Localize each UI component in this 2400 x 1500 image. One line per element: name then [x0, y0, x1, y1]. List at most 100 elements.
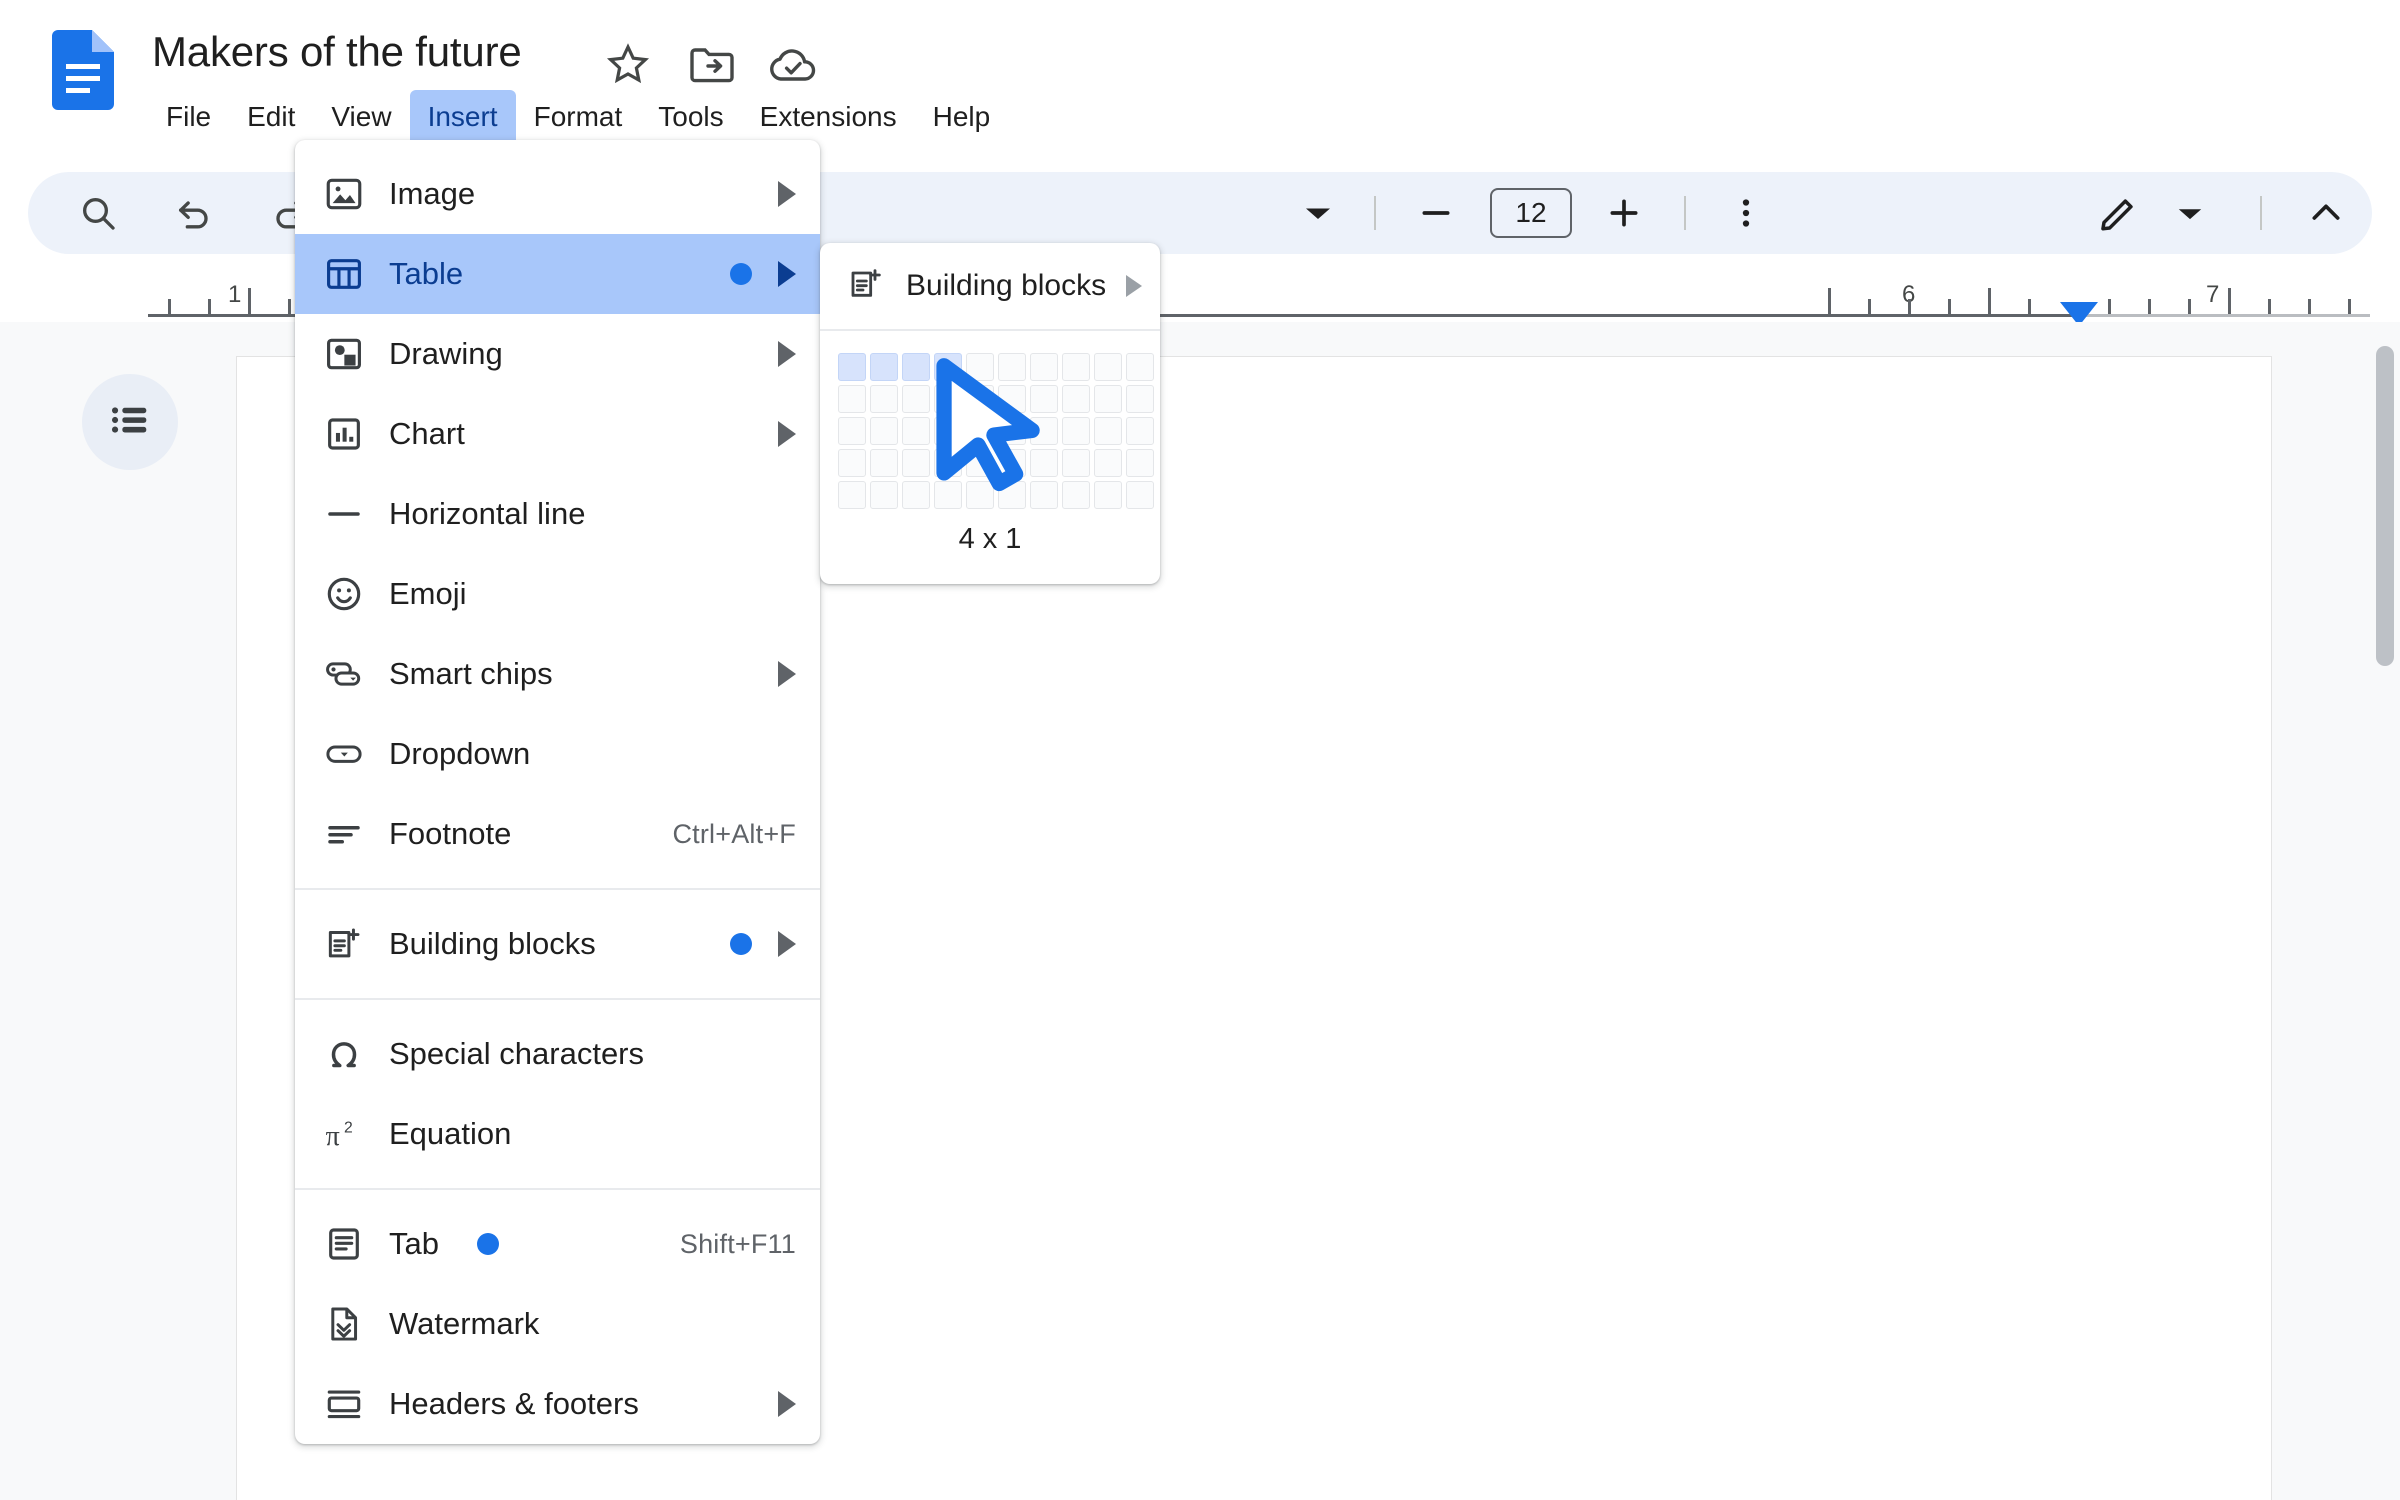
more-vertical-icon[interactable]: [1718, 185, 1774, 241]
table-size-picker[interactable]: 4 x 1: [820, 331, 1160, 584]
table-size-cell[interactable]: [966, 417, 994, 445]
menu-item-footnote[interactable]: Footnote Ctrl+Alt+F: [295, 794, 820, 874]
table-size-cell[interactable]: [998, 449, 1026, 477]
table-size-cell[interactable]: [1094, 449, 1122, 477]
table-size-cell[interactable]: [902, 449, 930, 477]
menu-item-emoji[interactable]: Emoji: [295, 554, 820, 634]
table-size-cell[interactable]: [902, 481, 930, 509]
menu-tools[interactable]: Tools: [640, 90, 741, 144]
table-size-cell[interactable]: [1062, 353, 1090, 381]
table-size-cell[interactable]: [1062, 481, 1090, 509]
menu-item-horizontal-line[interactable]: Horizontal line: [295, 474, 820, 554]
table-size-cell[interactable]: [1126, 385, 1154, 413]
submenu-item-building-blocks[interactable]: Building blocks: [820, 243, 1160, 329]
menu-item-special-characters[interactable]: Special characters: [295, 1014, 820, 1094]
table-size-cell[interactable]: [966, 385, 994, 413]
menu-format[interactable]: Format: [516, 90, 641, 144]
chevron-right-icon: [778, 341, 796, 367]
table-size-cell[interactable]: [838, 481, 866, 509]
menu-file[interactable]: File: [148, 90, 229, 144]
table-size-cell[interactable]: [998, 385, 1026, 413]
menu-item-equation[interactable]: π 2 Equation: [295, 1094, 820, 1174]
table-size-cell[interactable]: [1062, 385, 1090, 413]
table-size-cell[interactable]: [1030, 481, 1058, 509]
menu-view[interactable]: View: [313, 90, 409, 144]
menu-item-chart[interactable]: Chart: [295, 394, 820, 474]
menu-item-label: Table: [389, 256, 464, 291]
table-size-cell[interactable]: [998, 353, 1026, 381]
table-size-cell[interactable]: [870, 449, 898, 477]
table-size-cell[interactable]: [838, 417, 866, 445]
header-actions: Share: [1400, 0, 2400, 160]
table-size-cell[interactable]: [870, 481, 898, 509]
menu-help[interactable]: Help: [915, 90, 1009, 144]
table-size-cell[interactable]: [1126, 417, 1154, 445]
menu-edit[interactable]: Edit: [229, 90, 313, 144]
menu-item-label: Headers & footers: [389, 1386, 639, 1421]
table-size-grid[interactable]: [838, 353, 1154, 509]
table-size-cell[interactable]: [1094, 353, 1122, 381]
table-size-cell[interactable]: [934, 481, 962, 509]
menu-item-tab[interactable]: Tab Shift+F11: [295, 1204, 820, 1284]
table-size-cell[interactable]: [902, 353, 930, 381]
undo-icon[interactable]: [166, 185, 222, 241]
table-size-cell[interactable]: [838, 449, 866, 477]
increase-font-size-button[interactable]: [1596, 185, 1652, 241]
table-size-cell[interactable]: [998, 481, 1026, 509]
table-size-cell[interactable]: [1030, 385, 1058, 413]
table-size-cell[interactable]: [870, 353, 898, 381]
table-size-cell[interactable]: [966, 481, 994, 509]
table-size-cell[interactable]: [966, 449, 994, 477]
docs-file-icon[interactable]: [52, 30, 114, 110]
menu-item-building-blocks[interactable]: Building blocks: [295, 904, 820, 984]
table-size-cell[interactable]: [934, 353, 962, 381]
table-size-cell[interactable]: [966, 353, 994, 381]
font-size-input[interactable]: 12: [1490, 188, 1572, 238]
table-size-cell[interactable]: [934, 385, 962, 413]
table-size-cell[interactable]: [1062, 417, 1090, 445]
table-size-cell[interactable]: [1126, 353, 1154, 381]
table-size-cell[interactable]: [902, 417, 930, 445]
chevron-right-icon: [778, 181, 796, 207]
table-size-cell[interactable]: [870, 385, 898, 413]
table-size-cell[interactable]: [1030, 353, 1058, 381]
decrease-font-size-button[interactable]: [1408, 185, 1464, 241]
menu-item-table[interactable]: Table: [295, 234, 820, 314]
table-size-cell[interactable]: [1062, 449, 1090, 477]
table-size-cell[interactable]: [902, 385, 930, 413]
menu-item-image[interactable]: Image: [295, 154, 820, 234]
table-size-cell[interactable]: [1094, 481, 1122, 509]
menu-item-dropdown[interactable]: Dropdown: [295, 714, 820, 794]
move-to-folder-icon[interactable]: [688, 42, 736, 86]
pencil-icon[interactable]: [2090, 185, 2146, 241]
star-icon[interactable]: [604, 40, 652, 88]
table-size-cell[interactable]: [1126, 481, 1154, 509]
table-submenu: Building blocks 4 x 1: [820, 243, 1160, 584]
collapse-toolbar-icon[interactable]: [2298, 185, 2354, 241]
document-outline-button[interactable]: [82, 374, 178, 470]
table-size-cell[interactable]: [870, 417, 898, 445]
table-size-cell[interactable]: [838, 353, 866, 381]
table-size-cell[interactable]: [1126, 449, 1154, 477]
table-size-cell[interactable]: [1094, 417, 1122, 445]
style-dropdown-caret[interactable]: [1290, 185, 1346, 241]
new-feature-dot: [730, 933, 752, 955]
menu-item-drawing[interactable]: Drawing: [295, 314, 820, 394]
table-size-cell[interactable]: [838, 385, 866, 413]
table-size-cell[interactable]: [1094, 385, 1122, 413]
menu-item-watermark[interactable]: Watermark: [295, 1284, 820, 1364]
menu-insert[interactable]: Insert: [409, 90, 516, 144]
menu-item-smart-chips[interactable]: Smart chips: [295, 634, 820, 714]
table-size-cell[interactable]: [934, 449, 962, 477]
document-title[interactable]: Makers of the future: [152, 28, 522, 76]
search-icon[interactable]: [70, 185, 126, 241]
vertical-scrollbar[interactable]: [2376, 346, 2394, 666]
edit-mode-caret[interactable]: [2162, 185, 2218, 241]
menu-item-headers-footers[interactable]: Headers & footers: [295, 1364, 820, 1444]
menu-extensions[interactable]: Extensions: [742, 90, 915, 144]
table-size-cell[interactable]: [1030, 417, 1058, 445]
table-size-cell[interactable]: [934, 417, 962, 445]
cloud-saved-icon[interactable]: [768, 44, 818, 86]
table-size-cell[interactable]: [1030, 449, 1058, 477]
table-size-cell[interactable]: [998, 417, 1026, 445]
